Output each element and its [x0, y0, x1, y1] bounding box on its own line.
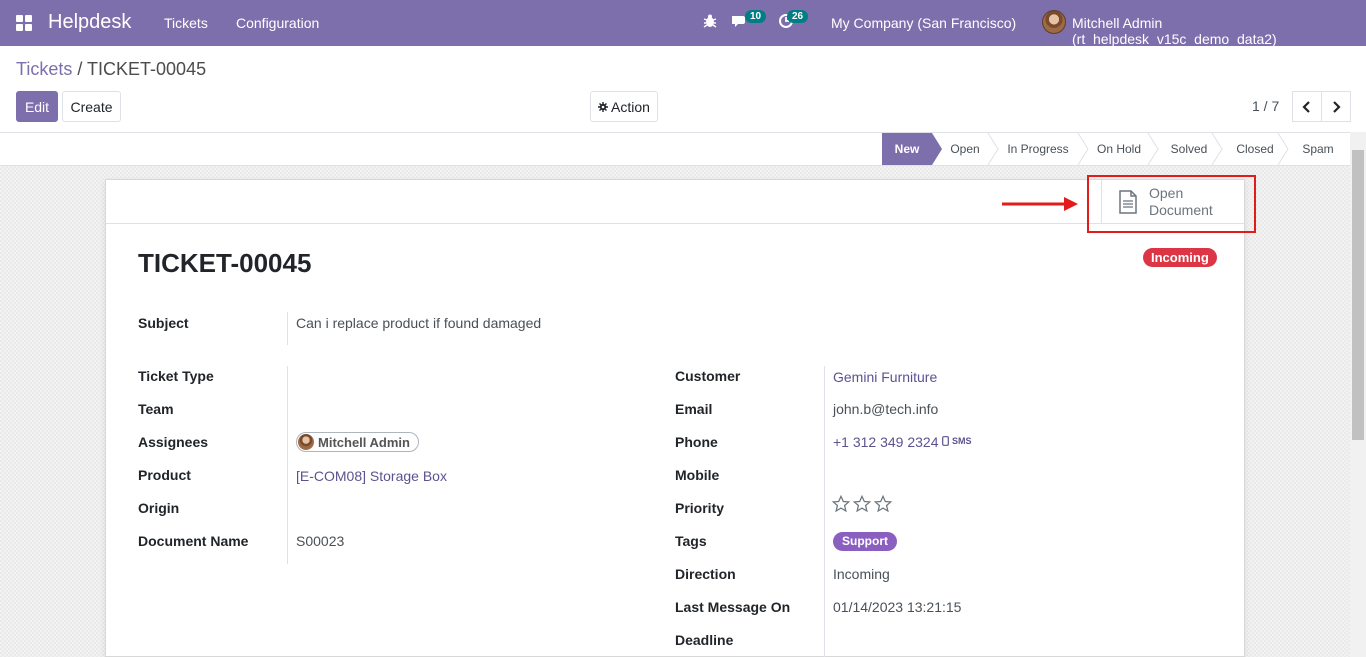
document-name-label: Document Name — [138, 533, 249, 549]
pager-next-button[interactable] — [1321, 91, 1351, 122]
ticket-type-label: Ticket Type — [138, 368, 214, 384]
action-button[interactable]: Action — [590, 91, 658, 122]
app-name[interactable]: Helpdesk — [48, 11, 131, 34]
assignees-label: Assignees — [138, 434, 209, 450]
menu-tickets[interactable]: Tickets — [164, 15, 208, 31]
breadcrumb: Tickets / TICKET-00045 — [16, 59, 206, 80]
product-label: Product — [138, 467, 191, 483]
priority-label: Priority — [675, 500, 725, 516]
breadcrumb-tickets-link[interactable]: Tickets — [16, 59, 72, 79]
menu-configuration[interactable]: Configuration — [236, 15, 319, 31]
customer-label: Customer — [675, 368, 741, 384]
direction-badge: Incoming — [1143, 248, 1217, 267]
create-button-label: Create — [70, 98, 113, 115]
document-name-field[interactable]: S00023 — [296, 533, 344, 549]
sms-label: SMS — [952, 436, 972, 446]
origin-label: Origin — [138, 500, 180, 516]
email-field[interactable]: john.b@tech.info — [833, 401, 938, 417]
create-button[interactable]: Create — [62, 91, 121, 122]
team-label: Team — [138, 401, 174, 417]
messages-count-badge: 10 — [745, 10, 767, 23]
subject-label: Subject — [138, 315, 189, 331]
right-column-divider — [824, 366, 825, 657]
highlight-box — [1087, 175, 1256, 233]
pager-previous-button[interactable] — [1292, 91, 1322, 122]
edit-button-label: Edit — [24, 98, 50, 115]
chevron-left-icon — [1302, 100, 1310, 113]
subject-field[interactable]: Can i replace product if found damaged — [296, 315, 541, 331]
stage-new[interactable]: New — [882, 133, 932, 165]
chevron-right-icon — [1333, 100, 1341, 113]
star-icon[interactable] — [832, 495, 850, 513]
priority-stars[interactable] — [832, 495, 892, 513]
phone-link[interactable]: +1 312 349 2324 — [833, 434, 939, 450]
left-column-divider — [287, 366, 288, 564]
assignee-avatar — [298, 434, 314, 450]
direction-label: Direction — [675, 566, 736, 582]
last-message-label: Last Message On — [675, 599, 791, 615]
stage-separators — [987, 133, 1289, 165]
deadline-label: Deadline — [675, 632, 734, 648]
stage-open[interactable]: Open — [942, 133, 988, 165]
edit-button[interactable]: Edit — [16, 91, 58, 122]
assignee-tag[interactable]: Mitchell Admin — [296, 432, 419, 452]
debug-bug-icon[interactable] — [702, 13, 718, 29]
breadcrumb-separator: / — [72, 59, 88, 79]
product-link[interactable]: [E-COM08] Storage Box — [296, 468, 447, 484]
tags-label: Tags — [675, 533, 707, 549]
mobile-phone-icon — [942, 436, 949, 446]
scrollbar-thumb[interactable] — [1352, 150, 1364, 440]
stage-label: New — [894, 142, 920, 156]
phone-label: Phone — [675, 434, 718, 450]
ticket-title: TICKET-00045 — [138, 248, 312, 278]
field-divider — [287, 312, 288, 345]
star-icon[interactable] — [853, 495, 871, 513]
customer-link[interactable]: Gemini Furniture — [833, 369, 937, 385]
red-arrow-annotation — [1002, 197, 1078, 211]
stage-label: Open — [950, 142, 980, 156]
user-avatar[interactable] — [1042, 10, 1066, 34]
assignee-name: Mitchell Admin — [318, 434, 410, 450]
sms-button[interactable]: SMS — [942, 436, 972, 446]
action-button-label: Action — [611, 98, 650, 115]
breadcrumb-current: TICKET-00045 — [87, 59, 207, 79]
gear-icon — [598, 101, 609, 112]
tag-support[interactable]: Support — [833, 532, 897, 551]
mobile-label: Mobile — [675, 467, 720, 483]
top-navbar: Helpdesk Tickets Configuration 10 26 My … — [0, 0, 1366, 47]
apps-menu-icon[interactable] — [16, 15, 32, 31]
email-label: Email — [675, 401, 713, 417]
last-message-field: 01/14/2023 13:21:15 — [833, 599, 962, 615]
stage-statusbar: New Open In Progress On Hold Solved Clos… — [0, 132, 1350, 166]
user-menu[interactable]: Mitchell Admin (rt_helpdesk_v15c_demo_da… — [1072, 15, 1366, 47]
direction-field[interactable]: Incoming — [833, 566, 890, 582]
activities-count-badge: 26 — [787, 10, 809, 23]
pager-value[interactable]: 1 / 7 — [1252, 98, 1279, 114]
company-switcher[interactable]: My Company (San Francisco) — [831, 15, 1016, 31]
star-icon[interactable] — [874, 495, 892, 513]
stage-active-arrow — [932, 133, 942, 165]
